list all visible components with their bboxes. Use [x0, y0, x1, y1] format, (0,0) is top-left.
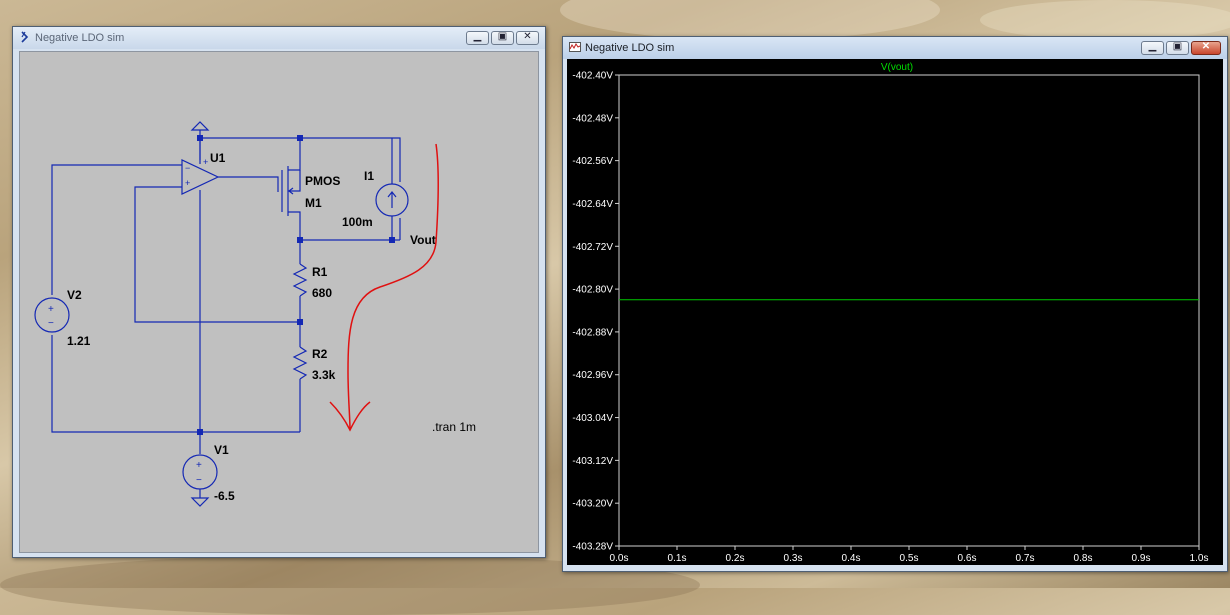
x-tick-label: 0.4s [842, 553, 861, 564]
y-tick-label: -403.20V [572, 499, 613, 510]
junction-dot [197, 429, 203, 435]
label-v1: V1 [214, 443, 229, 457]
y-tick-label: -402.40V [572, 71, 613, 82]
wire [51, 335, 300, 433]
schematic-titlebar[interactable]: Negative LDO sim ▁ ▣ ✕ [13, 27, 545, 49]
x-tick-label: 0.1s [668, 553, 687, 564]
annotation-arrow [347, 143, 440, 431]
opamp-input-minus-mark: − [185, 163, 190, 173]
x-tick-label: 1.0s [1190, 553, 1209, 564]
wire [288, 211, 301, 240]
schematic-canvas[interactable]: + − + + − + − U1 PMOS M1 I1 100m Vout R1… [19, 51, 539, 553]
label-m1: M1 [305, 196, 322, 210]
wire [288, 170, 301, 192]
y-tick-label: -403.04V [572, 413, 613, 424]
y-tick-label: -403.28V [572, 542, 613, 553]
plot-window: Negative LDO sim ▁ ▣ ✕ V(vout) -402.40V -… [562, 36, 1228, 572]
supply-symbol [190, 121, 210, 131]
label-vout: Vout [410, 233, 436, 247]
x-tick-label: 0.3s [784, 553, 803, 564]
v2-minus-mark: − [48, 318, 54, 329]
schematic-window: Negative LDO sim ▁ ▣ ✕ + − + + − + − U1 … [12, 26, 546, 558]
v1-plus-mark: + [196, 460, 202, 471]
maximize-icon: ▣ [1172, 41, 1183, 52]
waveform-plot: V(vout) -402.40V -402.48V -402.56V -402.64V… [572, 62, 1209, 564]
ground-symbol [190, 497, 210, 507]
y-tick-label: -402.80V [572, 285, 613, 296]
close-button[interactable]: ✕ [516, 31, 539, 45]
v1-minus-mark: − [196, 475, 202, 486]
window-title: Negative LDO sim [585, 42, 675, 54]
maximize-button[interactable]: ▣ [491, 31, 514, 45]
x-tick-label: 0.5s [900, 553, 919, 564]
window-title: Negative LDO sim [35, 32, 125, 44]
desktop-texture [560, 0, 940, 40]
label-r2: R2 [312, 347, 328, 361]
label-u1: U1 [210, 151, 226, 165]
maximize-button[interactable]: ▣ [1166, 41, 1189, 55]
v2-plus-mark: + [48, 304, 54, 315]
x-tick-label: 0.2s [726, 553, 745, 564]
opamp-input-plus-mark: + [185, 178, 190, 188]
resistor-r2[interactable] [292, 346, 308, 380]
maximize-icon: ▣ [497, 31, 508, 42]
ltspice-icon [21, 31, 29, 43]
label-r2-value: 3.3k [312, 368, 336, 382]
resistor-r1[interactable] [292, 263, 308, 297]
plot-titlebar[interactable]: Negative LDO sim ▁ ▣ ✕ [563, 37, 1227, 59]
y-tick-label: -403.12V [572, 456, 613, 467]
x-tick-label: 0.6s [958, 553, 977, 564]
junction-dot [389, 237, 395, 243]
minimize-icon: ▁ [473, 31, 482, 42]
wire [134, 186, 300, 323]
minimize-button[interactable]: ▁ [466, 31, 489, 45]
x-tick-label: 0.7s [1016, 553, 1035, 564]
label-v2-value: 1.21 [67, 334, 91, 348]
plot-frame [618, 74, 1200, 547]
y-tick-label: -402.88V [572, 327, 613, 338]
wire [51, 164, 182, 295]
x-tick-label: 0.9s [1132, 553, 1151, 564]
waveform-icon [569, 42, 581, 52]
minimize-icon: ▁ [1148, 41, 1157, 52]
junction-dot [197, 135, 203, 141]
x-axis: 0.0s 0.1s 0.2s 0.3s 0.4s 0.5s 0.6s 0.7s 0.8s 0.9s… [610, 546, 1209, 564]
wire [288, 138, 301, 171]
close-icon: ✕ [523, 31, 532, 42]
label-r1: R1 [312, 265, 328, 279]
x-tick-label: 0.0s [610, 553, 629, 564]
label-v2: V2 [67, 288, 82, 302]
desktop-texture [980, 0, 1230, 40]
schematic-svg: + − + + − + − U1 PMOS M1 I1 100m Vout R1… [34, 121, 476, 507]
x-tick-label: 0.8s [1074, 553, 1093, 564]
label-r1-value: 680 [312, 286, 332, 300]
trace-label[interactable]: V(vout) [881, 62, 913, 73]
label-v1-value: -6.5 [214, 489, 235, 503]
close-icon: ✕ [1201, 41, 1211, 52]
spice-directive[interactable]: .tran 1m [432, 420, 476, 434]
label-pmos: PMOS [305, 174, 340, 188]
y-tick-label: -402.96V [572, 370, 613, 381]
minimize-button[interactable]: ▁ [1141, 41, 1164, 55]
label-i1: I1 [364, 169, 374, 183]
label-i1-value: 100m [342, 215, 373, 229]
y-axis: -402.40V -402.48V -402.56V -402.64V -402.72V… [572, 71, 619, 553]
opamp-plus-mark: + [203, 157, 208, 167]
y-tick-label: -402.56V [572, 156, 613, 167]
junction-dot [297, 319, 303, 325]
y-tick-label: -402.72V [572, 242, 613, 253]
wire [218, 176, 279, 192]
plot-pane[interactable]: V(vout) -402.40V -402.48V -402.56V -402.64V… [567, 59, 1223, 565]
y-tick-label: -402.64V [572, 199, 613, 210]
junction-dot [297, 237, 303, 243]
y-tick-label: -402.48V [572, 113, 613, 124]
close-button[interactable]: ✕ [1191, 41, 1221, 55]
junction-dot [297, 135, 303, 141]
